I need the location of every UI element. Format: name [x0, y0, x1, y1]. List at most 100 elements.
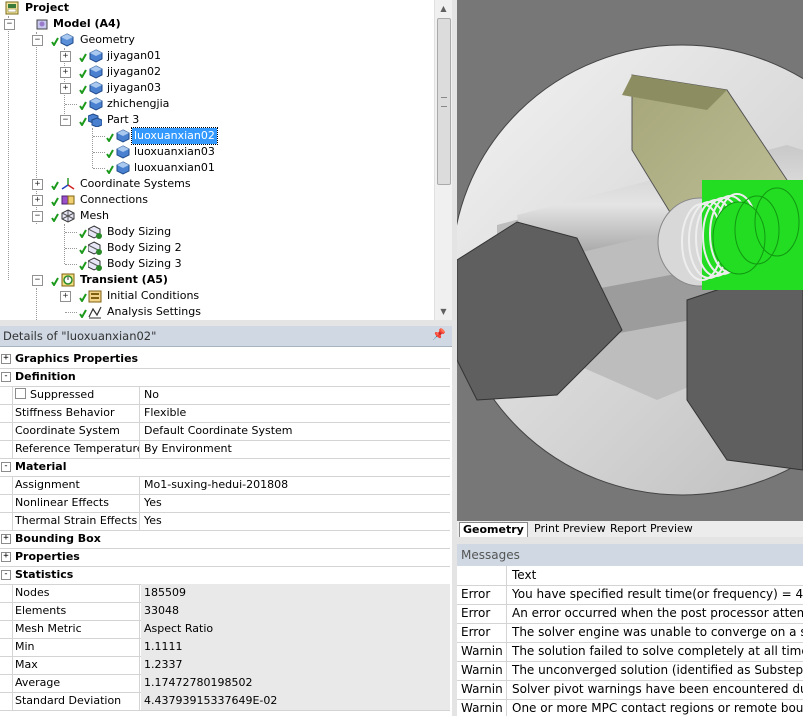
- tree-item-model[interactable]: − Model (A4): [0, 16, 430, 32]
- check-icon: [79, 101, 87, 110]
- tree-item-transient[interactable]: − Transient (A5): [0, 272, 430, 288]
- collapse-icon[interactable]: -: [1, 570, 11, 580]
- tab-geometry[interactable]: Geometry: [459, 522, 528, 537]
- tree-item-connections[interactable]: + Connections: [0, 192, 430, 208]
- tree-item-part[interactable]: − Part 3: [0, 112, 430, 128]
- field-name: Mesh Metric: [12, 620, 140, 638]
- tree-item-body[interactable]: + jiyagan02: [0, 64, 430, 80]
- collapse-icon[interactable]: −: [60, 115, 71, 126]
- message-row[interactable]: Warnin One or more MPC contact regions o…: [457, 699, 803, 716]
- tree-item-body[interactable]: luoxuanxian03: [0, 144, 430, 160]
- tree-connector: [65, 232, 77, 233]
- tree-item-body[interactable]: + jiyagan01: [0, 48, 430, 64]
- outline-tree[interactable]: Project − Model (A4) − Geometry + jiyaga…: [0, 0, 453, 320]
- tree-item-coordinate-systems[interactable]: + Coordinate Systems: [0, 176, 430, 192]
- tree-item-body[interactable]: luoxuanxian02: [0, 127, 430, 145]
- horizontal-splitter[interactable]: [457, 537, 803, 544]
- pin-icon[interactable]: 📌: [432, 328, 446, 341]
- category-label: Properties: [15, 550, 80, 563]
- expand-icon[interactable]: +: [60, 291, 71, 302]
- tree-connector: [93, 152, 105, 153]
- field-standard-deviation: Standard Deviation 4.43793915337649E-02: [0, 692, 450, 711]
- tab-print-preview[interactable]: Print Preview: [531, 522, 609, 536]
- suppressed-checkbox[interactable]: [15, 388, 26, 399]
- collapse-icon[interactable]: -: [1, 462, 11, 472]
- expand-icon[interactable]: +: [32, 179, 43, 190]
- tree-item-body[interactable]: + jiyagan03: [0, 80, 430, 96]
- field-coordinate-system[interactable]: Coordinate System Default Coordinate Sys…: [0, 422, 450, 441]
- field-name: Min: [12, 638, 140, 656]
- tree-item-body-sizing[interactable]: Body Sizing 2: [0, 240, 430, 256]
- category-statistics[interactable]: - Statistics: [0, 566, 450, 585]
- scroll-up-icon[interactable]: ▲: [435, 0, 452, 17]
- category-properties[interactable]: + Properties: [0, 548, 450, 567]
- details-grid[interactable]: + Graphics Properties - Definition Suppr…: [0, 350, 452, 716]
- category-definition[interactable]: - Definition: [0, 368, 450, 387]
- expand-icon[interactable]: +: [60, 67, 71, 78]
- category-bounding-box[interactable]: + Bounding Box: [0, 530, 450, 549]
- message-row[interactable]: Warnin The unconverged solution (identif…: [457, 661, 803, 681]
- details-header: Details of "luoxuanxian02" 📌: [0, 326, 452, 347]
- tab-report-preview[interactable]: Report Preview: [607, 522, 696, 536]
- message-row[interactable]: Error An error occurred when the post pr…: [457, 604, 803, 624]
- tree-item-label: Transient (A5): [80, 273, 168, 286]
- category-graphics-properties[interactable]: + Graphics Properties: [0, 350, 450, 369]
- collapse-icon[interactable]: −: [4, 19, 15, 30]
- tree-item-body-sizing[interactable]: Body Sizing 3: [0, 256, 430, 272]
- solid-body-icon: [116, 161, 130, 175]
- field-thermal-strain-effects[interactable]: Thermal Strain Effects Yes: [0, 512, 450, 531]
- collapse-icon[interactable]: −: [32, 35, 43, 46]
- collapse-icon[interactable]: −: [32, 275, 43, 286]
- tree-item-body[interactable]: luoxuanxian01: [0, 160, 430, 176]
- expand-icon[interactable]: +: [1, 534, 11, 544]
- field-value[interactable]: Default Coordinate System: [141, 422, 450, 440]
- message-row[interactable]: Warnin The solution failed to solve comp…: [457, 642, 803, 662]
- field-nonlinear-effects[interactable]: Nonlinear Effects Yes: [0, 494, 450, 513]
- solid-body-icon: [89, 49, 103, 63]
- collapse-icon[interactable]: -: [1, 372, 11, 382]
- message-row[interactable]: Error You have specified result time(or …: [457, 585, 803, 605]
- field-reference-temperature[interactable]: Reference Temperature By Environment: [0, 440, 450, 459]
- field-value[interactable]: Aspect Ratio: [141, 620, 450, 638]
- category-material[interactable]: - Material: [0, 458, 450, 477]
- field-name: Average: [12, 674, 140, 692]
- tree-item-geometry[interactable]: − Geometry: [0, 32, 430, 48]
- field-stiffness-behavior[interactable]: Stiffness Behavior Flexible: [0, 404, 450, 423]
- field-value[interactable]: Yes: [141, 512, 450, 530]
- text-column-header[interactable]: Text: [508, 566, 803, 585]
- tree-item-project[interactable]: Project: [0, 0, 430, 16]
- tree-item-initial-conditions[interactable]: + Initial Conditions: [0, 288, 430, 304]
- field-value[interactable]: Yes: [141, 494, 450, 512]
- check-icon: [79, 117, 87, 126]
- expand-icon[interactable]: +: [1, 354, 11, 364]
- check-icon: [79, 309, 87, 318]
- field-value: 1.17472780198502: [141, 674, 450, 692]
- scrollbar-thumb[interactable]: [437, 18, 451, 185]
- field-suppressed[interactable]: Suppressed No: [0, 386, 450, 405]
- field-value[interactable]: Mo1-suxing-hedui-201808: [141, 476, 450, 494]
- tree-item-analysis-settings[interactable]: Analysis Settings: [0, 304, 430, 320]
- field-value[interactable]: By Environment: [141, 440, 450, 458]
- expand-icon[interactable]: +: [60, 83, 71, 94]
- tree-item-body-sizing[interactable]: Body Sizing: [0, 224, 430, 240]
- solid-body-icon: [116, 129, 130, 143]
- expand-icon[interactable]: +: [60, 51, 71, 62]
- message-row[interactable]: Error The solver engine was unable to co…: [457, 623, 803, 643]
- message-row[interactable]: Warnin Solver pivot warnings have been e…: [457, 680, 803, 700]
- solid-body-icon: [116, 145, 130, 159]
- field-value[interactable]: Flexible: [141, 404, 450, 422]
- tree-item-mesh[interactable]: − Mesh: [0, 208, 430, 224]
- messages-table[interactable]: Text Error You have specified result tim…: [457, 566, 803, 716]
- field-assignment[interactable]: Assignment Mo1-suxing-hedui-201808: [0, 476, 450, 495]
- field-value: 1.2337: [141, 656, 450, 674]
- collapse-icon[interactable]: −: [32, 211, 43, 222]
- tree-scrollbar[interactable]: ▲ ▼: [434, 0, 452, 320]
- field-value[interactable]: No: [141, 386, 450, 404]
- graphics-viewport[interactable]: [457, 0, 803, 521]
- field-name: Suppressed: [12, 386, 140, 404]
- tree-item-body[interactable]: zhichengjia: [0, 96, 430, 112]
- scroll-down-icon[interactable]: ▼: [435, 303, 452, 320]
- field-mesh-metric[interactable]: Mesh Metric Aspect Ratio: [0, 620, 450, 639]
- expand-icon[interactable]: +: [32, 195, 43, 206]
- expand-icon[interactable]: +: [1, 552, 11, 562]
